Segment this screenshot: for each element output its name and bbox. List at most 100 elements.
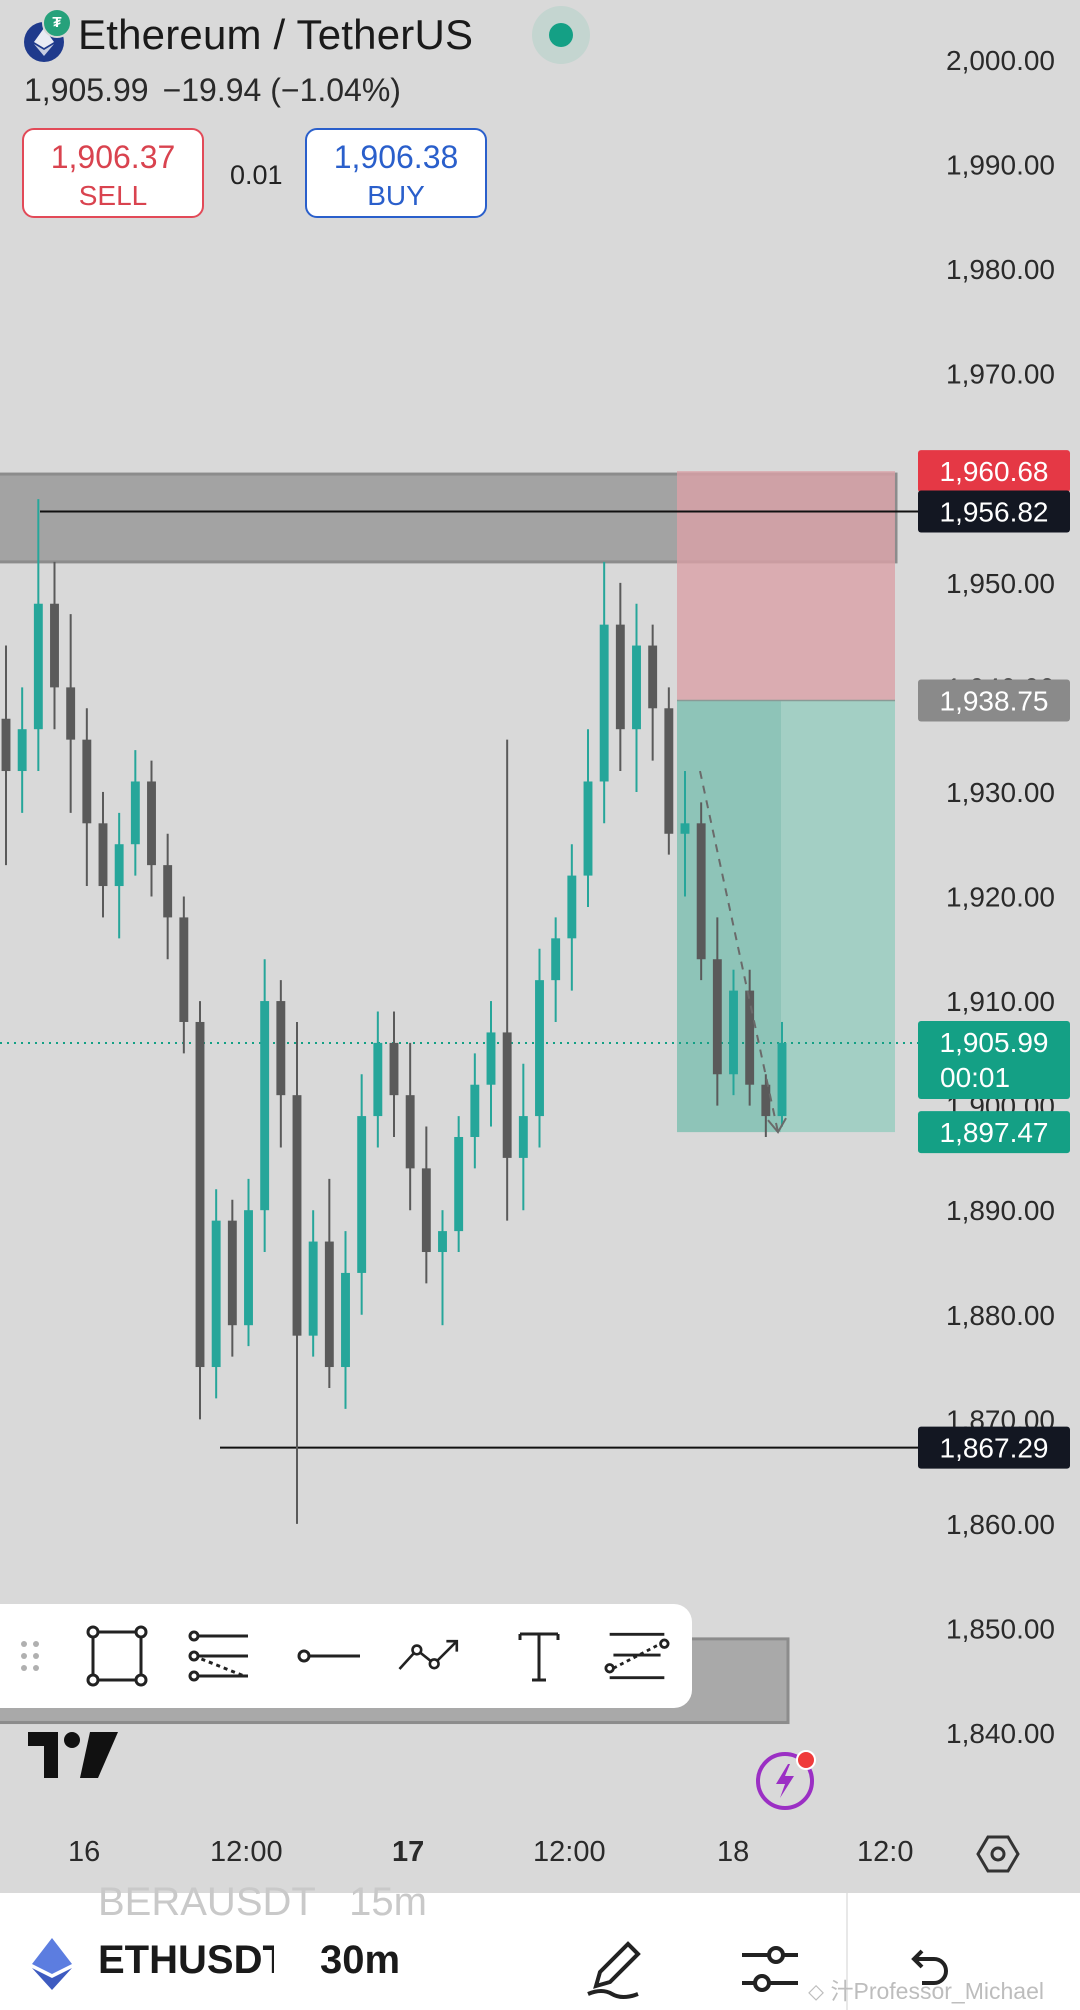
x-tick-label: 16 xyxy=(68,1836,101,1868)
drag-handle-icon[interactable] xyxy=(0,1624,60,1688)
ethereum-logo-icon xyxy=(30,1938,74,1995)
y-tick-label: 1,950.00 xyxy=(946,568,1055,599)
candle xyxy=(114,812,124,939)
y-tick-label: 1,980.00 xyxy=(946,254,1055,285)
candle-body xyxy=(405,1095,415,1169)
candle-body xyxy=(648,645,658,709)
candle xyxy=(421,1126,431,1284)
candle xyxy=(244,1178,253,1347)
trend-line-icon[interactable] xyxy=(396,1624,462,1688)
candle-body xyxy=(567,875,577,939)
y-tick-label: 1,990.00 xyxy=(946,150,1055,181)
price-tag: 1,938.75 xyxy=(918,679,1070,722)
y-tick-label: 1,910.00 xyxy=(946,986,1055,1017)
candle-body xyxy=(373,1042,383,1117)
interval-button[interactable]: 30m xyxy=(320,1938,400,1983)
candle-body xyxy=(664,708,674,834)
candle-body xyxy=(583,781,593,876)
candle-body xyxy=(292,1095,302,1336)
candle xyxy=(696,802,706,981)
candle xyxy=(405,1042,415,1211)
drawing-pen-icon[interactable] xyxy=(582,1936,646,2005)
candle-body xyxy=(696,823,706,960)
candle xyxy=(470,1053,480,1169)
candle-body xyxy=(438,1231,447,1253)
price-tag-label: 1,938.75 xyxy=(940,685,1049,716)
price-tag: 1,960.68 xyxy=(918,450,1070,493)
candle xyxy=(373,1011,383,1148)
candle-body xyxy=(421,1168,431,1253)
candle xyxy=(179,896,189,1054)
text-tool-icon[interactable] xyxy=(506,1624,572,1688)
indicators-sliders-icon[interactable] xyxy=(740,1941,800,2002)
buy-price: 1,906.38 xyxy=(333,139,459,175)
symbol-header[interactable]: ₮ Ethereum / TetherUS xyxy=(24,8,473,62)
x-tick-label: 17 xyxy=(392,1836,425,1868)
eth-usdt-pair-icon: ₮ xyxy=(24,8,72,62)
y-tick-label: 1,890.00 xyxy=(946,1195,1055,1226)
candle-body xyxy=(615,624,625,730)
candle-body xyxy=(486,1032,496,1085)
candle xyxy=(486,1001,496,1127)
candle-body xyxy=(1,718,11,772)
candle xyxy=(648,624,658,761)
candle-body xyxy=(98,823,108,887)
sell-label: SELL xyxy=(78,180,148,211)
candle-body xyxy=(518,1116,528,1158)
parallel-channel-icon[interactable] xyxy=(604,1624,670,1688)
price-chart[interactable]: 2,000.001,990.001,980.001,970.001,960.00… xyxy=(0,0,1080,1880)
candle xyxy=(438,1210,447,1326)
candle xyxy=(260,959,270,1253)
candle-body xyxy=(33,603,43,730)
candle xyxy=(599,561,609,824)
price-change: −19.94 (−1.04%) xyxy=(162,72,401,108)
flash-alert-icon[interactable] xyxy=(756,1750,816,1810)
candle xyxy=(324,1178,334,1388)
candle xyxy=(664,687,674,855)
symbol-button[interactable]: ETHUSDT xyxy=(98,1938,274,1983)
price-tag: 1,897.47 xyxy=(918,1111,1070,1154)
candle xyxy=(551,917,561,1022)
candle xyxy=(454,1116,464,1253)
candle xyxy=(130,750,140,876)
price-tag: 1,905.99 00:01 xyxy=(918,1020,1070,1099)
candle-body xyxy=(745,990,755,1085)
candle-body xyxy=(357,1116,367,1273)
candle-body xyxy=(761,1084,771,1117)
candle xyxy=(82,708,92,887)
candle-body xyxy=(50,603,59,688)
candle xyxy=(50,561,59,730)
candle-body xyxy=(163,865,173,918)
y-tick-label: 1,880.00 xyxy=(946,1300,1055,1331)
candle-body xyxy=(17,729,27,772)
chart-settings-icon[interactable] xyxy=(976,1833,1020,1880)
fib-retracement-icon[interactable] xyxy=(186,1624,252,1688)
x-tick-label: 12:00 xyxy=(210,1836,283,1868)
last-price: 1,905.99 xyxy=(24,72,149,108)
buy-button[interactable]: 1,906.38 BUY xyxy=(305,128,487,218)
market-status-icon xyxy=(532,6,590,64)
candle-body xyxy=(341,1272,350,1368)
price-tag-label: 1,960.68 xyxy=(940,456,1049,487)
price-tag-label: 1,956.82 xyxy=(940,497,1049,528)
candle-body xyxy=(599,624,609,782)
tether-logo-icon: ₮ xyxy=(42,8,72,38)
rectangle-tool-icon[interactable] xyxy=(84,1624,150,1688)
candle-body xyxy=(551,938,561,981)
tradingview-logo xyxy=(28,1732,118,1785)
y-tick-label: 1,930.00 xyxy=(946,777,1055,808)
y-tick-label: 1,970.00 xyxy=(946,359,1055,390)
candle-body xyxy=(227,1220,237,1326)
horizontal-line-icon[interactable] xyxy=(296,1624,362,1688)
price-tag: 1,956.82 xyxy=(918,490,1070,533)
candle xyxy=(17,687,27,813)
y-tick-label: 1,920.00 xyxy=(946,882,1055,913)
candle-body xyxy=(729,990,738,1075)
candles-group xyxy=(1,499,787,1524)
ghost-symbol: BERAUSDT 15m xyxy=(98,1880,427,1924)
countdown-label: 00:01 xyxy=(940,1062,1010,1093)
candle-body xyxy=(454,1136,464,1232)
candle-body xyxy=(389,1042,399,1096)
candle-body xyxy=(211,1220,221,1368)
sell-button[interactable]: 1,906.37 SELL xyxy=(22,128,204,218)
